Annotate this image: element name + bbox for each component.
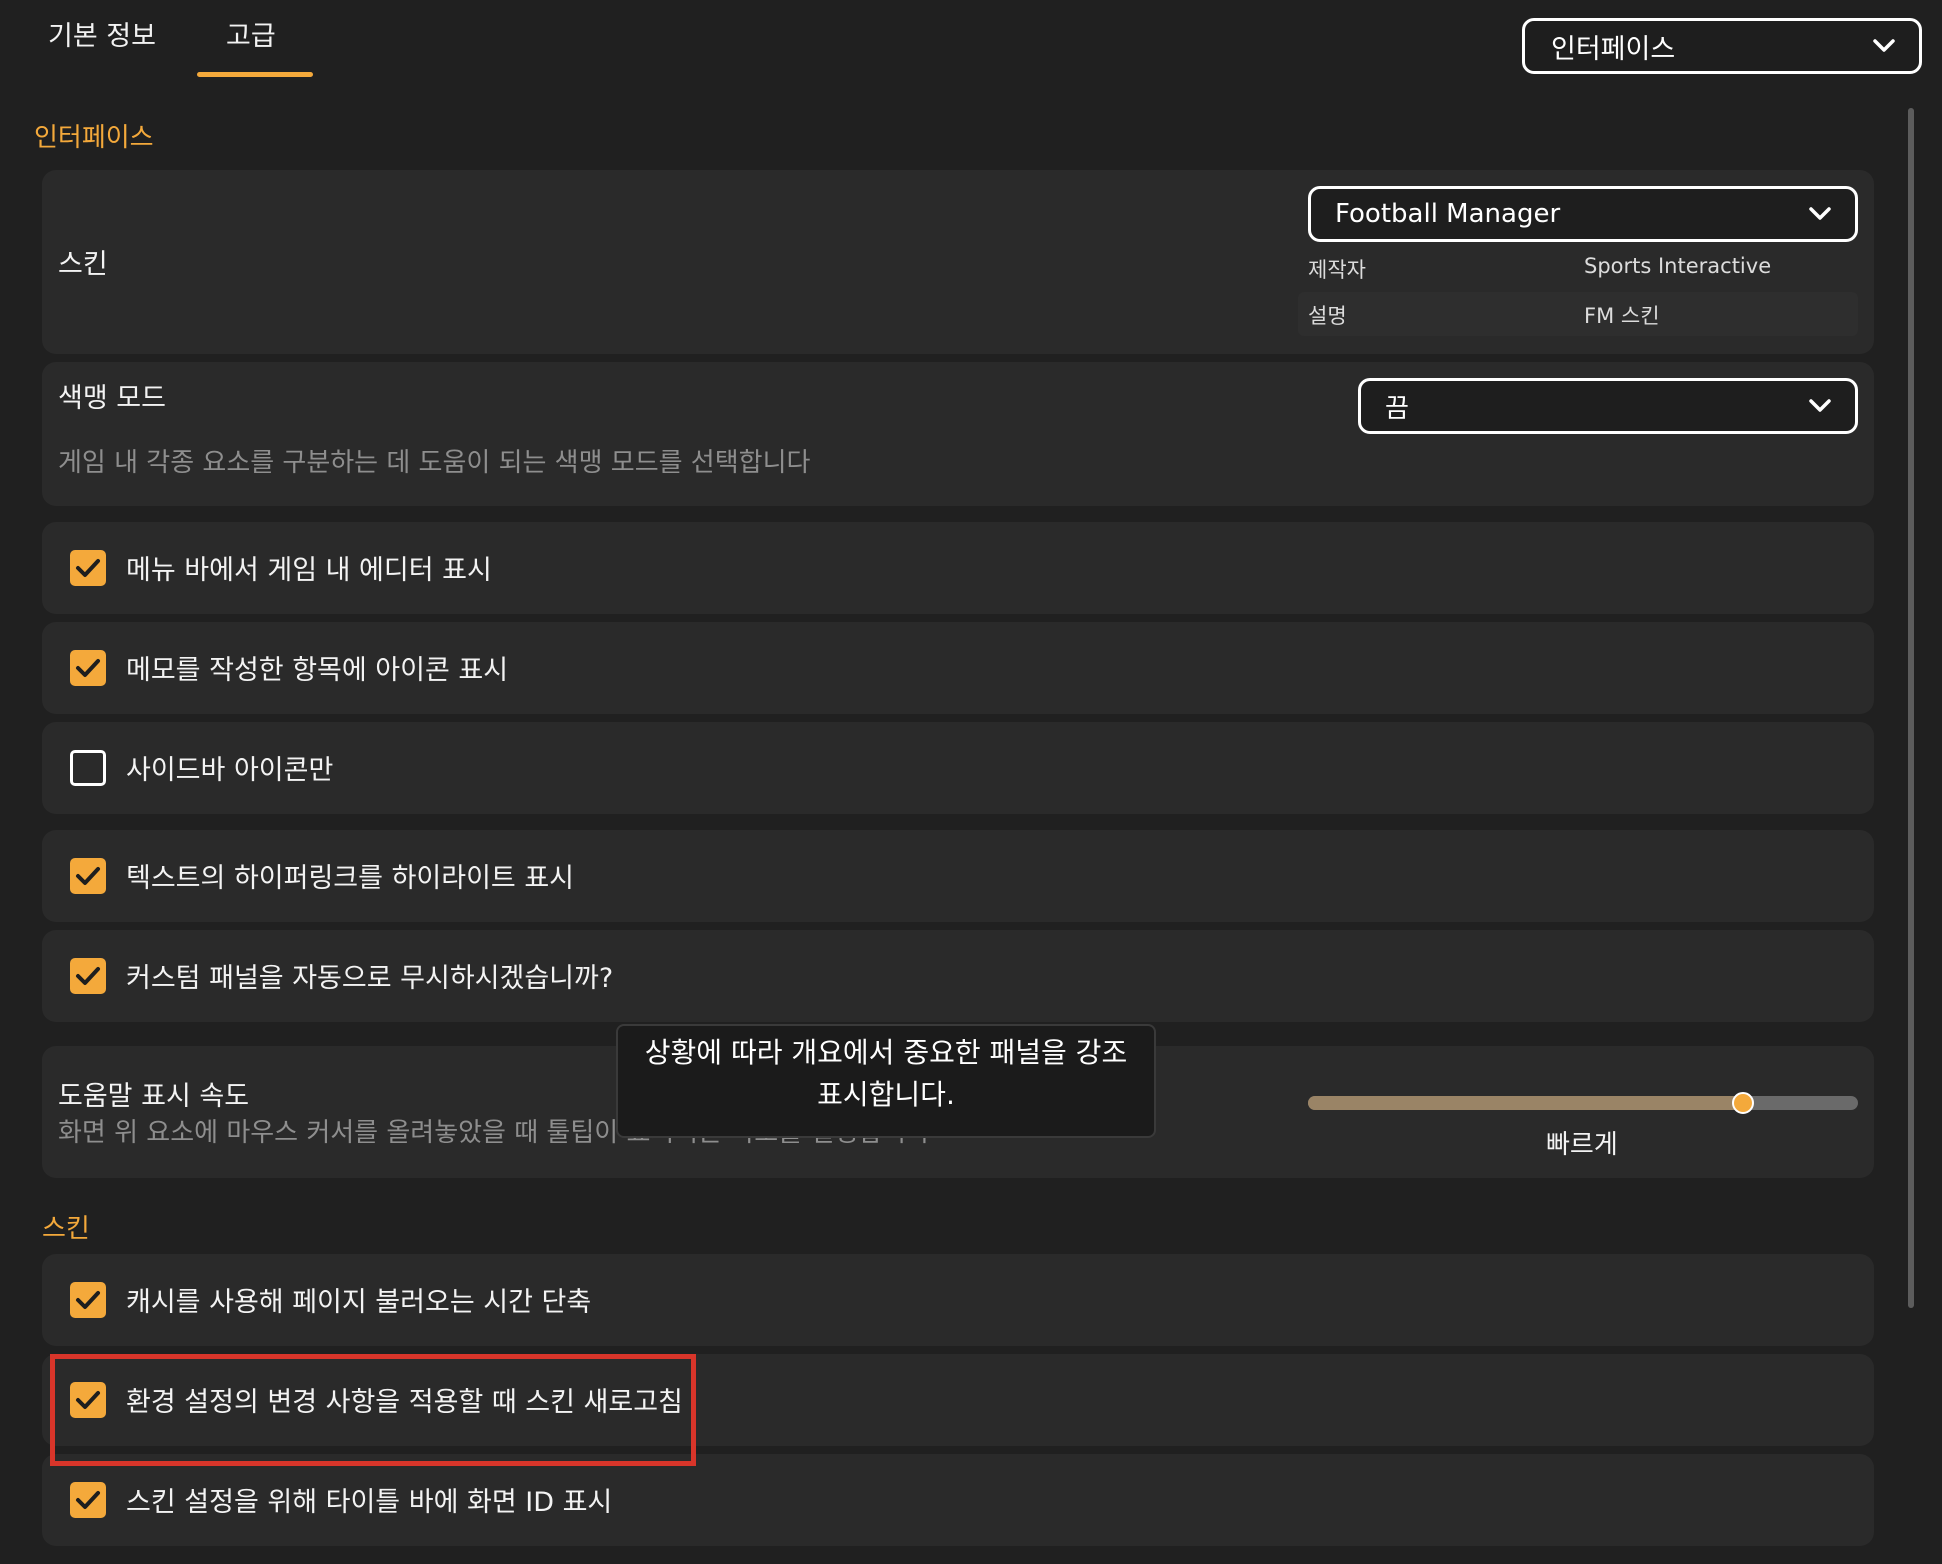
checkmark-icon	[76, 967, 100, 985]
color-mode-label: 색맹 모드	[58, 383, 166, 414]
option-row-ignore-custom-panels[interactable]: 커스텀 패널을 자동으로 무시하시겠습니까?	[42, 930, 1874, 1022]
skin-dropdown[interactable]: Football Manager	[1308, 186, 1858, 242]
checkmark-icon	[76, 1291, 100, 1309]
tooltip-line-1: 상황에 따라 개요에서 중요한 패널을 강조	[644, 1036, 1128, 1069]
color-mode-dropdown-value: 끔	[1385, 393, 1409, 424]
category-dropdown-value: 인터페이스	[1551, 33, 1676, 65]
option-label: 스킨 설정을 위해 타이틀 바에 화면 ID 표시	[126, 1487, 613, 1518]
option-label: 메모를 작성한 항목에 아이콘 표시	[126, 655, 509, 686]
tooltip: 상황에 따라 개요에서 중요한 패널을 강조 표시합니다.	[616, 1024, 1156, 1138]
tab-basic-info[interactable]: 기본 정보	[48, 14, 156, 53]
checkmark-icon	[76, 1491, 100, 1509]
chevron-down-icon	[1809, 399, 1831, 412]
help-speed-slider-fill	[1308, 1096, 1743, 1110]
option-label: 메뉴 바에서 게임 내 에디터 표시	[126, 555, 492, 586]
highlight-box	[50, 1354, 696, 1466]
color-mode-description: 게임 내 각종 요소를 구분하는 데 도움이 되는 색맹 모드를 선택합니다	[58, 448, 811, 478]
checkbox-note-icons[interactable]	[70, 650, 106, 686]
option-row-note-icons[interactable]: 메모를 작성한 항목에 아이콘 표시	[42, 622, 1874, 714]
checkbox-sidebar-icons[interactable]	[70, 750, 106, 786]
tooltip-line-2: 표시합니다.	[817, 1078, 955, 1111]
option-label: 캐시를 사용해 페이지 불러오는 시간 단축	[126, 1287, 592, 1318]
section-title-interface: 인터페이스	[34, 123, 154, 153]
skin-desc-key: 설명	[1308, 304, 1347, 328]
skin-label: 스킨	[58, 249, 108, 280]
option-label: 커스텀 패널을 자동으로 무시하시겠습니까?	[126, 963, 614, 994]
section-title-skin: 스킨	[42, 1214, 90, 1244]
checkbox-cache-pages[interactable]	[70, 1282, 106, 1318]
color-mode-dropdown[interactable]: 끔	[1358, 378, 1858, 434]
tab-advanced[interactable]: 고급	[226, 14, 276, 53]
category-dropdown[interactable]: 인터페이스	[1522, 18, 1922, 74]
option-row-ingame-editor[interactable]: 메뉴 바에서 게임 내 에디터 표시	[42, 522, 1874, 614]
skin-card: 스킨 Football Manager 제작자 Sports Interacti…	[42, 170, 1874, 354]
checkmark-icon	[76, 867, 100, 885]
checkmark-icon	[76, 659, 100, 677]
skin-author-value: Sports Interactive	[1584, 254, 1772, 278]
checkbox-ingame-editor[interactable]	[70, 550, 106, 586]
option-label: 사이드바 아이콘만	[126, 755, 334, 786]
scrollbar-thumb[interactable]	[1908, 108, 1914, 1308]
help-speed-slider-thumb[interactable]	[1731, 1092, 1754, 1114]
active-tab-indicator	[197, 72, 313, 77]
option-row-cache-pages[interactable]: 캐시를 사용해 페이지 불러오는 시간 단축	[42, 1254, 1874, 1346]
help-speed-value: 빠르게	[1546, 1130, 1618, 1160]
checkmark-icon	[76, 559, 100, 577]
skin-author-key: 제작자	[1308, 258, 1366, 282]
option-row-highlight-links[interactable]: 텍스트의 하이퍼링크를 하이라이트 표시	[42, 830, 1874, 922]
option-label: 텍스트의 하이퍼링크를 하이라이트 표시	[126, 863, 575, 894]
checkbox-ignore-custom-panels[interactable]	[70, 958, 106, 994]
checkbox-screen-id[interactable]	[70, 1482, 106, 1518]
skin-desc-row	[1298, 292, 1858, 336]
help-speed-label: 도움말 표시 속도	[58, 1081, 250, 1112]
option-row-sidebar-icons[interactable]: 사이드바 아이콘만	[42, 722, 1874, 814]
chevron-down-icon	[1873, 39, 1895, 52]
skin-dropdown-value: Football Manager	[1335, 199, 1561, 229]
skin-desc-value: FM 스킨	[1584, 304, 1660, 328]
option-row-screen-id[interactable]: 스킨 설정을 위해 타이틀 바에 화면 ID 표시	[42, 1454, 1874, 1546]
color-mode-card: 색맹 모드 게임 내 각종 요소를 구분하는 데 도움이 되는 색맹 모드를 선…	[42, 362, 1874, 506]
chevron-down-icon	[1809, 207, 1831, 220]
checkbox-highlight-links[interactable]	[70, 858, 106, 894]
